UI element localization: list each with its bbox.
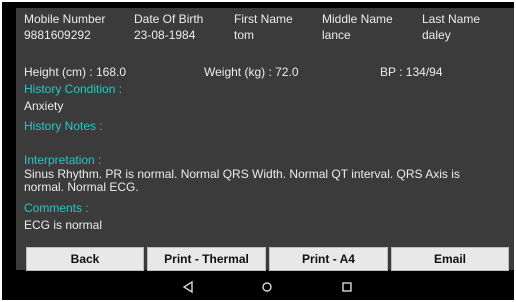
first-name-header: First Name (234, 12, 293, 26)
height-value: Height (cm) : 168.0 (24, 65, 127, 79)
middle-name-value: lance (322, 28, 351, 42)
triangle-back-icon[interactable] (181, 280, 195, 294)
print-thermal-button[interactable]: Print - Thermal (147, 247, 266, 271)
square-recents-icon[interactable] (340, 280, 354, 294)
history-condition-value: Anxiety (24, 99, 64, 113)
comments-label: Comments : (24, 201, 89, 215)
interpretation-label: Interpretation : (24, 153, 102, 167)
print-a4-button[interactable]: Print - A4 (269, 247, 388, 271)
mobile-number-header: Mobile Number (24, 12, 106, 26)
interpretation-value: Sinus Rhythm. PR is normal. Normal QRS W… (24, 167, 460, 194)
circle-home-icon[interactable] (260, 280, 274, 294)
system-nav-bar (2, 274, 514, 300)
comments-value: ECG is normal (24, 218, 103, 232)
history-condition-label: History Condition : (24, 82, 123, 96)
bp-value: BP : 134/94 (380, 65, 443, 79)
first-name-value: tom (234, 28, 255, 42)
email-button[interactable]: Email (391, 247, 509, 271)
dob-value: 23-08-1984 (134, 28, 196, 42)
dob-header: Date Of Birth (134, 12, 204, 26)
weight-value: Weight (kg) : 72.0 (204, 65, 299, 79)
back-button[interactable]: Back (26, 247, 144, 271)
app-screen: Mobile Number Date Of Birth First Name M… (2, 2, 514, 300)
last-name-value: daley (422, 28, 451, 42)
history-notes-label: History Notes : (24, 119, 103, 133)
last-name-header: Last Name (422, 12, 481, 26)
mobile-number-value: 9881609292 (24, 28, 91, 42)
middle-name-header: Middle Name (322, 12, 393, 26)
